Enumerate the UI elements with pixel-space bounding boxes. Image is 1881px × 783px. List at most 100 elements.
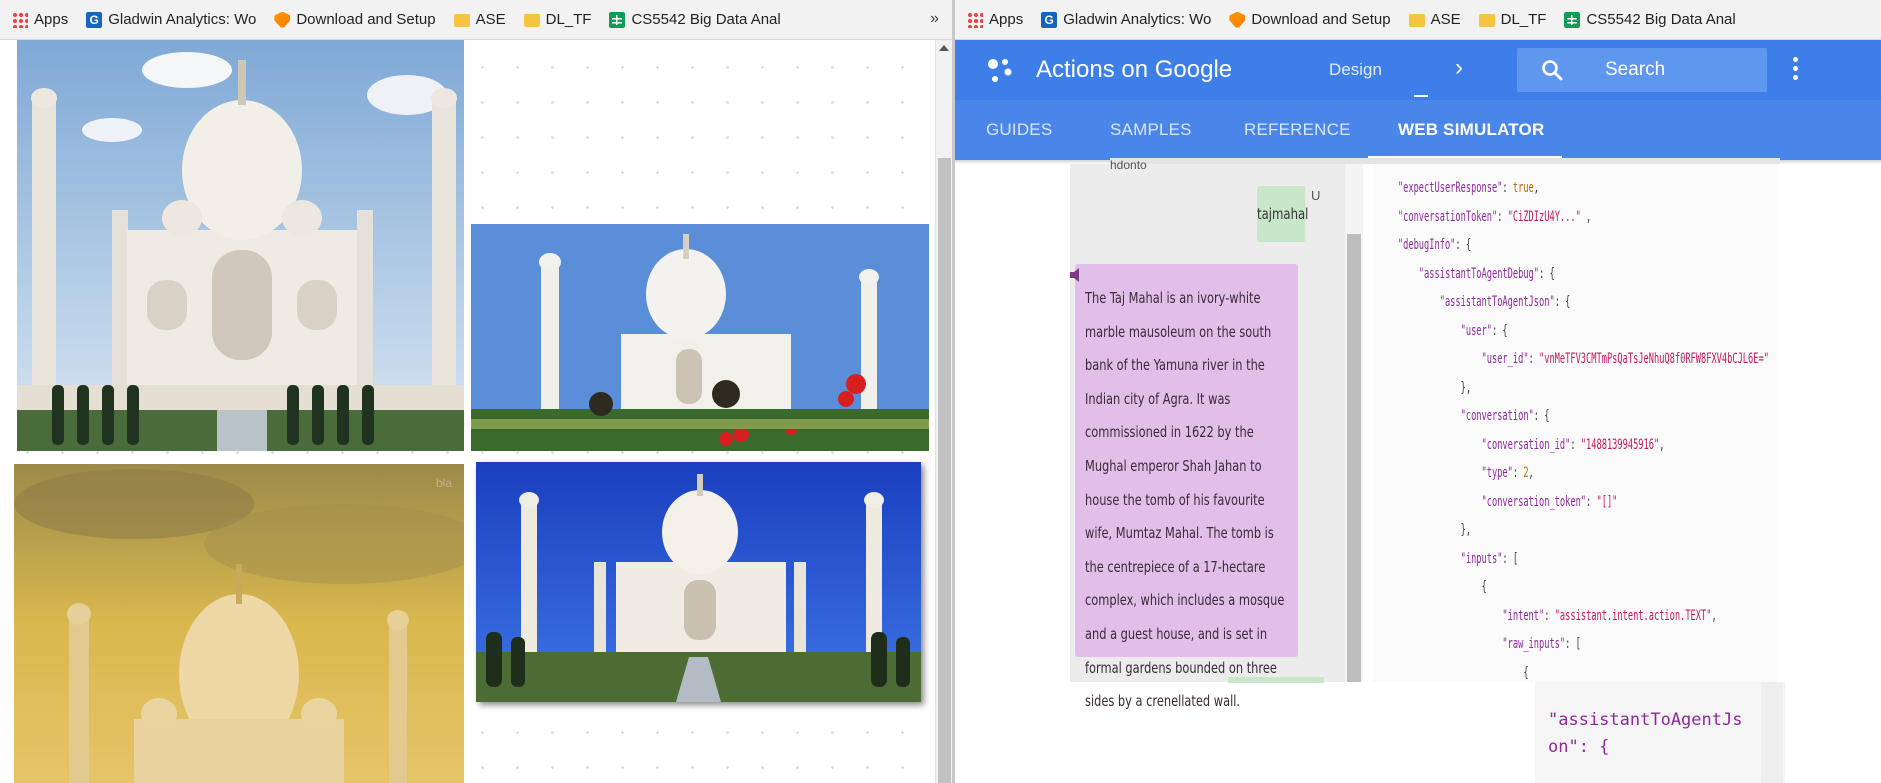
bookmark-label: Download and Setup — [296, 11, 436, 28]
nav-next-chevron-icon[interactable]: › — [1455, 54, 1463, 82]
more-vert-icon[interactable] — [1793, 57, 1799, 83]
code-scrollbar[interactable] — [1761, 682, 1783, 783]
bookmark-label: Apps — [34, 11, 69, 28]
folder-icon — [1478, 14, 1495, 27]
chat-scroll-thumb[interactable] — [1347, 234, 1361, 682]
json-key: "expectUserResponse" — [1397, 180, 1503, 196]
bookmark-download-setup[interactable]: Download and Setup — [274, 11, 436, 28]
bookmarks-bar: Apps G Gladwin Analytics: Wo Download an… — [955, 0, 1881, 40]
gladwin-favicon-icon: G — [1041, 11, 1058, 28]
nav-design[interactable]: Design — [1329, 60, 1382, 80]
bookmark-label: CS5542 Big Data Anal — [1586, 11, 1736, 28]
assistant-response-bubble: The Taj Mahal is an ivory-white marble m… — [1075, 264, 1298, 710]
scroll-up-arrow-icon[interactable] — [939, 45, 949, 51]
json-line: "user_id": "vnMeTFV3CMTmPsQaTsJeNhuQ8f0R… — [1481, 351, 1769, 367]
apps-grid-icon — [12, 11, 28, 28]
bookmark-dl-tf[interactable]: DL_TF — [1478, 11, 1547, 28]
bookmark-label: ASE — [1430, 11, 1461, 28]
taj-photo-2[interactable] — [471, 224, 929, 451]
sheets-favicon-icon — [609, 11, 626, 28]
json-line: { — [1523, 664, 1529, 681]
scroll-thumb[interactable] — [938, 158, 951, 783]
left-browser-window: Apps G Gladwin Analytics: Wo Download an… — [0, 0, 955, 783]
next-user-bubble-edge — [1228, 677, 1324, 683]
json-key: "debugInfo" — [1397, 237, 1456, 253]
folder-icon — [1408, 14, 1425, 27]
speaker-icon[interactable] — [1070, 268, 1080, 282]
json-value: 2 — [1523, 465, 1529, 481]
bookmark-label: CS5542 Big Data Anal — [631, 11, 781, 28]
bookmark-ase[interactable]: ASE — [453, 11, 506, 28]
user-message-bubble: tajmahal — [1257, 186, 1308, 242]
json-line: "conversation_id": "1488139945916", — [1481, 436, 1665, 453]
bookmarks-overflow-chevron-icon[interactable]: » — [930, 10, 939, 28]
json-line: "conversationToken": "CiZDIzU4Y..." , — [1397, 208, 1592, 225]
bookmark-apps[interactable]: Apps — [12, 11, 68, 28]
bookmark-gladwin[interactable]: G Gladwin Analytics: Wo — [1041, 11, 1211, 28]
json-line: "inputs": [ — [1460, 550, 1519, 567]
code-snippet: "assistantToAgentJs on": { — [1548, 710, 1743, 757]
tensorflow-favicon-icon — [1229, 11, 1246, 28]
bookmark-ase[interactable]: ASE — [1408, 11, 1461, 28]
bookmark-label: Download and Setup — [1251, 11, 1391, 28]
json-key: "conversation" — [1460, 408, 1534, 424]
gladwin-favicon-icon: G — [86, 11, 103, 28]
bookmark-download-setup[interactable]: Download and Setup — [1229, 11, 1391, 28]
json-key: "user" — [1460, 322, 1492, 339]
json-key: "conversationToken" — [1397, 208, 1498, 225]
search-box[interactable]: Search — [1517, 48, 1767, 92]
json-line: "conversation_token": "[]" — [1481, 493, 1618, 510]
folder-icon — [453, 14, 470, 27]
google-assistant-logo-icon[interactable] — [985, 54, 1017, 86]
json-key: "inputs" — [1460, 550, 1503, 567]
taj-photo-3[interactable]: bla — [14, 464, 464, 783]
response-text: The Taj Mahal is an ivory-white marble m… — [1085, 289, 1285, 711]
photo-watermark: bla — [435, 476, 452, 490]
tab-reference[interactable]: REFERENCE — [1244, 120, 1351, 140]
tab-guides[interactable]: GUIDES — [986, 120, 1052, 140]
bookmark-label: Gladwin Analytics: Wo — [1063, 11, 1212, 28]
json-key: "assistantToAgentJson" — [1439, 294, 1555, 310]
search-icon — [1542, 60, 1563, 81]
json-code-view: "expectUserResponse": true, "conversatio… — [1377, 174, 1769, 682]
json-line: "assistantToAgentJson": { — [1439, 294, 1571, 310]
right-browser-window: Apps G Gladwin Analytics: Wo Download an… — [955, 0, 1881, 783]
chat-scrollbar[interactable] — [1345, 164, 1363, 682]
json-line: "user": { — [1460, 322, 1508, 339]
json-key: "raw_inputs" — [1502, 636, 1566, 652]
aog-title[interactable]: Actions on Google — [1036, 56, 1232, 84]
json-value: "vnMeTFV3CMTmPsQaTsJeNhuQ8f0RFW8FXV4bCJL… — [1539, 351, 1769, 367]
bookmark-gladwin[interactable]: G Gladwin Analytics: Wo — [86, 11, 256, 28]
bookmark-apps[interactable]: Apps — [967, 11, 1023, 28]
tab-samples[interactable]: SAMPLES — [1110, 120, 1192, 140]
nav-indicator — [1414, 95, 1428, 97]
bookmark-label: DL_TF — [1500, 11, 1547, 28]
bookmark-cs5542[interactable]: CS5542 Big Data Anal — [609, 11, 781, 28]
tab-web-simulator[interactable]: WEB SIMULATOR — [1398, 120, 1544, 140]
json-key: "conversation_token" — [1481, 493, 1587, 510]
json-key: "assistantToAgentDebug" — [1418, 265, 1540, 282]
tensorflow-favicon-icon — [274, 11, 291, 28]
taj-photo-4[interactable] — [476, 462, 921, 702]
left-vertical-scrollbar[interactable] — [935, 40, 952, 783]
user-avatar: U — [1311, 188, 1321, 203]
json-response-panel: "expectUserResponse": true, "conversatio… — [1373, 164, 1777, 682]
bookmark-dl-tf[interactable]: DL_TF — [523, 11, 591, 28]
bookmark-cs5542[interactable]: CS5542 Big Data Anal — [1564, 11, 1736, 28]
search-label: Search — [1605, 59, 1666, 80]
taj-photo-1[interactable] — [17, 40, 464, 451]
image-canvas: bla — [0, 40, 935, 783]
bookmark-label: ASE — [475, 11, 506, 28]
json-key: "conversation_id" — [1481, 436, 1571, 453]
cut-off-text: hdonto — [1110, 158, 1147, 172]
json-value: "[]" — [1596, 493, 1618, 510]
json-value: "CiZDIzU4Y..." — [1507, 208, 1581, 225]
json-line: { — [1481, 579, 1487, 595]
bookmark-label: Apps — [989, 11, 1024, 28]
aog-header: Actions on Google Design › Search — [955, 40, 1881, 100]
json-line: "debugInfo": { — [1397, 237, 1472, 253]
bookmark-label: Gladwin Analytics: Wo — [108, 11, 257, 28]
apps-grid-icon — [967, 11, 983, 28]
json-line: "raw_inputs": [ — [1502, 636, 1581, 652]
json-line: "assistantToAgentDebug": { — [1418, 265, 1555, 282]
